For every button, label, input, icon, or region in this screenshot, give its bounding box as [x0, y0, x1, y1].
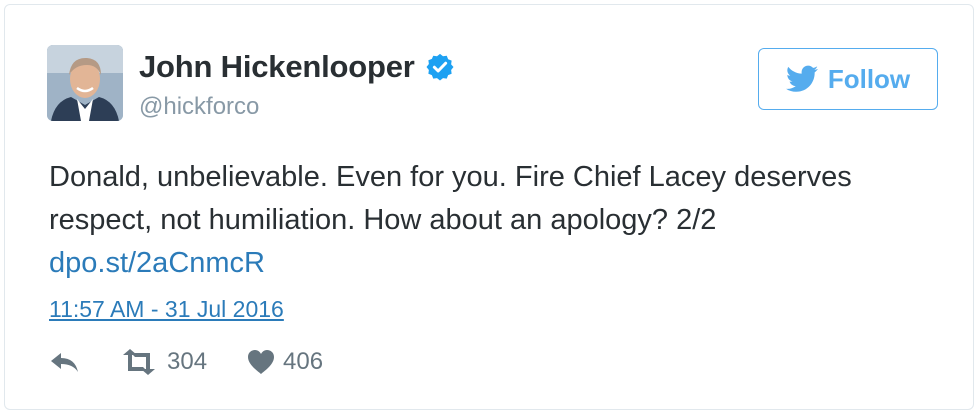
user-handle[interactable]: @hickforco [139, 93, 259, 121]
reply-icon [51, 353, 78, 372]
avatar[interactable] [47, 45, 123, 121]
tweet-text-line: respect, not humiliation. How about an a… [49, 204, 717, 236]
verified-badge-icon [426, 53, 454, 81]
tweet-link[interactable]: dpo.st/2aCnmcR [49, 247, 265, 279]
tweet-actions: 304 406 [49, 348, 323, 376]
retweet-button[interactable]: 304 [119, 348, 207, 376]
tweet-text-line: Donald, unbelievable. Even for you. Fire… [49, 161, 852, 193]
retweet-count: 304 [167, 348, 208, 375]
tweet-timestamp[interactable]: 11:57 AM - 31 Jul 2016 [49, 296, 284, 323]
follow-label: Follow [827, 63, 911, 94]
tweet-text: Donald, unbelievable. Even for you. Fire… [49, 156, 949, 285]
reply-button[interactable] [49, 350, 81, 374]
like-count: 406 [283, 348, 324, 375]
like-button[interactable]: 406 [247, 348, 323, 376]
follow-button[interactable]: Follow [758, 48, 938, 110]
name-row: John Hickenlooper [139, 49, 455, 85]
tweet-card: John Hickenlooper @hickforco Follow Dona… [4, 4, 974, 410]
retweet-icon [123, 349, 155, 375]
twitter-bird-icon [785, 65, 818, 92]
heart-icon [248, 350, 275, 374]
display-name[interactable]: John Hickenlooper [139, 49, 415, 85]
